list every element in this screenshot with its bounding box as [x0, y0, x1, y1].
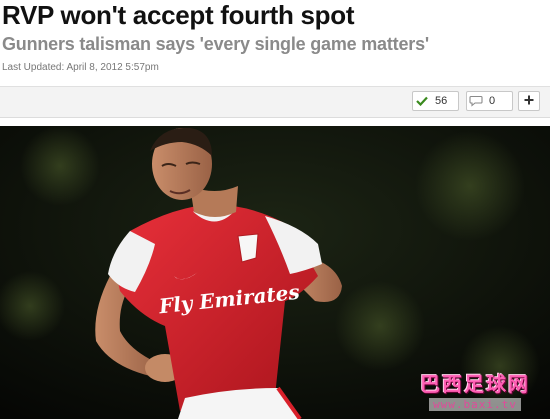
watermark-title: 巴西足球网: [420, 372, 530, 396]
speech-bubble-icon: [467, 95, 485, 107]
plus-icon: [524, 95, 534, 108]
watermark-url: www.baxi.tv: [429, 398, 521, 411]
comments-button[interactable]: 0: [466, 91, 513, 111]
likes-count: 56: [435, 95, 448, 107]
headline: RVP won't accept fourth spot: [2, 0, 355, 30]
comments-count: 0: [489, 95, 496, 107]
site-watermark: 巴西足球网 www.baxi.tv: [400, 373, 550, 419]
likes-button[interactable]: 56: [412, 91, 459, 111]
add-button[interactable]: [518, 91, 540, 111]
article-toolbar: 56 0: [0, 86, 550, 118]
checkmark-icon: [413, 96, 431, 106]
last-updated: Last Updated: April 8, 2012 5:57pm: [2, 62, 159, 73]
subheadline: Gunners talisman says 'every single game…: [2, 34, 429, 54]
